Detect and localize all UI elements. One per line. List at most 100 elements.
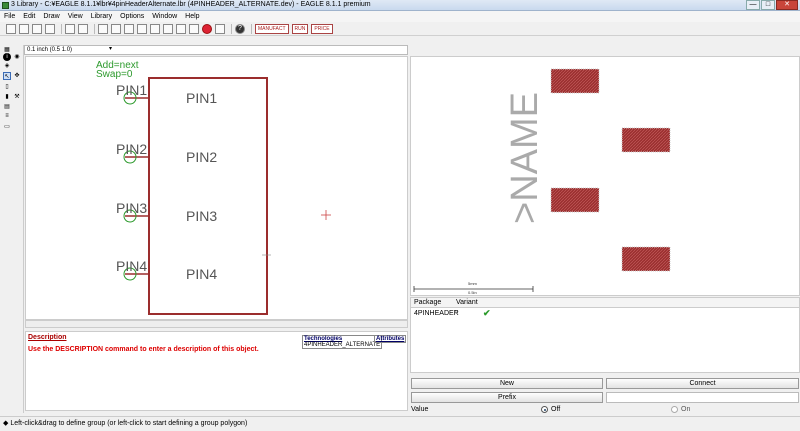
menu-bar: File Edit Draw View Library Options Wind… — [0, 11, 800, 22]
smd-pad — [621, 127, 671, 153]
window-title: 3 Library - C:¥EAGLE 8.1.1¥lbr¥4pinHeade… — [11, 1, 371, 8]
pin-2[interactable]: PIN2 PIN2 — [116, 141, 217, 165]
toolbar-separator — [94, 23, 95, 34]
menu-edit[interactable]: Edit — [23, 11, 35, 22]
script-icon[interactable] — [65, 23, 75, 34]
print-icon[interactable] — [32, 23, 42, 34]
manufacturing-button[interactable]: MANUFACT — [255, 23, 289, 34]
swap-attribute: Swap=0 — [96, 69, 133, 80]
design-link-button[interactable]: RUN — [291, 23, 309, 34]
copy-icon[interactable]: ▯ — [3, 83, 11, 91]
value-label: Value — [411, 406, 429, 413]
scale-inch-label: 0.5in — [468, 290, 477, 295]
redraw-icon[interactable] — [150, 23, 160, 34]
open-icon[interactable] — [6, 23, 16, 34]
delete-icon[interactable]: ▮ — [3, 93, 11, 101]
package-column-header[interactable]: Package — [414, 299, 441, 306]
list-item[interactable]: 4PINHEADER '' ✔ — [411, 308, 799, 319]
status-bar: ◆ Left-click&drag to define group (or le… — [0, 416, 800, 431]
origin-cross-icon — [321, 210, 331, 220]
show-eye-icon[interactable]: ◉ — [13, 53, 21, 61]
ulp-icon[interactable] — [78, 23, 88, 34]
save-icon[interactable] — [19, 23, 29, 34]
horizontal-scrollbar[interactable] — [25, 320, 408, 328]
pin-name: PIN3 — [186, 208, 217, 224]
package-name-text: >NAME — [504, 92, 546, 224]
toolbar-separator — [231, 23, 232, 34]
menu-view[interactable]: View — [68, 11, 83, 22]
undo-icon[interactable] — [176, 23, 186, 34]
menu-window[interactable]: Window — [152, 11, 177, 22]
price-button[interactable]: PRICE — [311, 23, 333, 34]
value-off-radio[interactable] — [541, 406, 548, 413]
cam-icon[interactable] — [45, 23, 55, 34]
description-panel: Description Use the DESCRIPTION command … — [25, 331, 408, 411]
command-toolbar: ▦ i ◉ ◈ ↖ ✥ ▯ ▮ ⚒ ▤ ≡ ▭ — [0, 45, 24, 413]
smd-pad — [550, 187, 600, 213]
zoom-in-icon[interactable] — [111, 23, 121, 34]
title-bar: 3 Library - C:¥EAGLE 8.1.1¥lbr¥4pinHeade… — [0, 0, 800, 11]
redo-icon[interactable] — [189, 23, 199, 34]
grid-parameter-bar[interactable]: 0.1 inch (0.5 1.0) ▾ — [24, 45, 408, 55]
zoom-out-icon[interactable] — [124, 23, 134, 34]
eagle-app-icon — [2, 2, 9, 9]
pin-label: PIN2 — [116, 141, 147, 157]
attributes-link[interactable]: Attributes — [374, 335, 407, 343]
variant-cell: '' — [455, 310, 458, 317]
go-icon[interactable] — [215, 23, 225, 34]
prefix-field[interactable] — [606, 392, 799, 403]
terminal-icon[interactable]: ▭ — [3, 123, 11, 131]
connect-button[interactable]: Connect — [606, 378, 799, 389]
new-button[interactable]: New — [411, 378, 603, 389]
smd-pad — [621, 246, 671, 272]
prefix-button[interactable]: Prefix — [411, 392, 603, 403]
mark-icon[interactable]: ◈ — [3, 62, 11, 70]
variants-header: Package Variant — [411, 298, 799, 308]
pin-name: PIN1 — [186, 90, 217, 106]
layer-icon[interactable]: ≡ — [3, 112, 11, 120]
info-icon[interactable]: i — [3, 53, 11, 61]
zoom-fit-icon[interactable] — [98, 23, 108, 34]
minimize-button[interactable]: — — [746, 0, 760, 10]
check-icon: ✔ — [483, 308, 491, 318]
menu-options[interactable]: Options — [120, 11, 144, 22]
pin-4[interactable]: PIN4 PIN4 — [116, 258, 217, 282]
symbol-editor-canvas[interactable]: Add=next Swap=0 PIN1 PIN1 PIN2 PIN2 PIN3… — [25, 56, 408, 320]
value-setting: Value Off On — [410, 405, 800, 415]
menu-library[interactable]: Library — [91, 11, 112, 22]
main-toolbar: ? MANUFACT RUN PRICE — [0, 22, 800, 36]
pin-name: PIN4 — [186, 266, 217, 282]
wrench-icon[interactable]: ⚒ — [13, 93, 21, 101]
stop-icon[interactable] — [202, 23, 212, 34]
window-controls: — □ ✕ — [745, 0, 798, 10]
value-off-label: Off — [551, 406, 561, 413]
paste-icon[interactable]: ▤ — [3, 103, 11, 111]
pin-label: PIN3 — [116, 200, 147, 216]
menu-file[interactable]: File — [4, 11, 15, 22]
pin-3[interactable]: PIN3 PIN3 — [116, 200, 217, 224]
smd-pad — [550, 68, 600, 94]
zoom-last-icon[interactable] — [163, 23, 173, 34]
package-cell: 4PINHEADER — [414, 310, 459, 317]
help-icon[interactable]: ? — [235, 23, 245, 34]
scale-bar: 5mm 0.5in — [413, 281, 534, 295]
menu-help[interactable]: Help — [185, 11, 199, 22]
move-icon[interactable]: ✥ — [13, 72, 21, 80]
description-link[interactable]: Description — [28, 334, 67, 341]
scale-mm-label: 5mm — [468, 281, 478, 286]
pin-name: PIN2 — [186, 149, 217, 165]
close-button[interactable]: ✕ — [776, 0, 798, 10]
value-on-radio[interactable] — [671, 406, 678, 413]
menu-draw[interactable]: Draw — [43, 11, 59, 22]
package-variants-list: Package Variant 4PINHEADER '' ✔ — [410, 297, 800, 373]
zoom-select-icon[interactable] — [137, 23, 147, 34]
toolbar-separator — [61, 23, 62, 34]
description-text: Use the DESCRIPTION command to enter a d… — [28, 346, 259, 353]
group-select-icon[interactable]: ↖ — [3, 72, 11, 80]
pin-label: PIN4 — [116, 258, 147, 274]
technology-item[interactable]: 4PINHEADER_ALTERNATE — [303, 342, 381, 348]
chevron-down-icon[interactable]: ▾ — [109, 45, 112, 52]
pin-1[interactable]: PIN1 PIN1 — [116, 82, 217, 106]
variant-column-header[interactable]: Variant — [456, 299, 478, 306]
maximize-button[interactable]: □ — [761, 0, 775, 10]
